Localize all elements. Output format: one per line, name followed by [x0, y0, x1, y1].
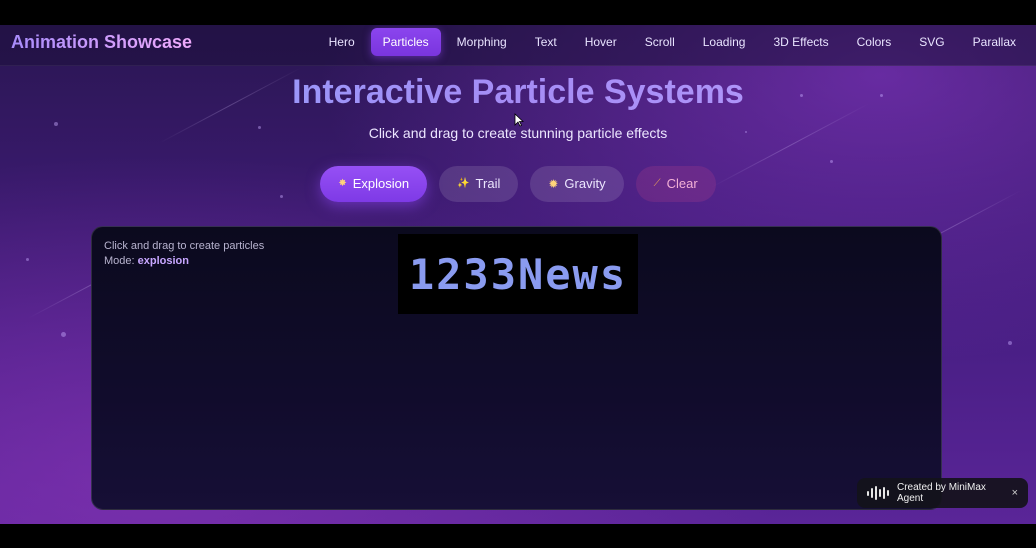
top-navbar: Animation Showcase Hero Particles Morphi…	[0, 25, 1036, 66]
star-icon: ✹	[548, 177, 559, 191]
gravity-mode-button[interactable]: ✹ Gravity	[530, 166, 624, 202]
gravity-mode-label: Gravity	[564, 176, 606, 191]
letterbox-top	[0, 0, 1036, 25]
waveform-icon	[867, 486, 889, 500]
nav-item-morphing[interactable]: Morphing	[445, 28, 519, 56]
clear-button[interactable]: ⟋ Clear	[635, 166, 716, 202]
canvas-hint: Click and drag to create particles	[104, 240, 265, 252]
broom-icon: ⟋	[653, 178, 661, 189]
sparkles-icon: ✨	[457, 178, 470, 189]
canvas-mode-indicator: Mode: explosion	[104, 255, 189, 267]
nav-item-svg[interactable]: SVG	[907, 28, 956, 56]
mode-selector: ✸ Explosion ✨ Trail ✹ Gravity ⟋ Clear	[0, 166, 1036, 202]
bg-particle	[830, 160, 833, 163]
explosion-icon: ✸	[338, 178, 347, 189]
letterbox-bottom	[0, 524, 1036, 548]
close-icon[interactable]: ×	[1012, 487, 1018, 499]
nav-item-colors[interactable]: Colors	[845, 28, 904, 56]
toast-text: Created by MiniMax Agent	[897, 482, 986, 504]
brand-logo[interactable]: Animation Showcase	[11, 32, 192, 53]
nav-item-hover[interactable]: Hover	[573, 28, 629, 56]
nav-item-loading[interactable]: Loading	[691, 28, 758, 56]
trail-mode-label: Trail	[475, 176, 501, 191]
bg-particle	[26, 258, 29, 261]
nav-item-parallax[interactable]: Parallax	[961, 28, 1028, 56]
clear-button-label: Clear	[666, 176, 698, 191]
nav-item-text[interactable]: Text	[523, 28, 569, 56]
particle-canvas[interactable]: Click and drag to create particles Mode:…	[91, 226, 942, 510]
nav-item-particles[interactable]: Particles	[370, 28, 441, 56]
section-title: Interactive Particle Systems	[0, 73, 1036, 112]
bg-particle	[61, 332, 66, 337]
nav-item-scroll[interactable]: Scroll	[633, 28, 687, 56]
created-by-toast: Created by MiniMax Agent ×	[857, 478, 1028, 508]
nav-item-hero[interactable]: Hero	[317, 28, 367, 56]
page-viewport: Animation Showcase Hero Particles Morphi…	[0, 25, 1036, 524]
canvas-mode-value: explosion	[137, 255, 189, 267]
bg-particle	[1008, 341, 1012, 345]
explosion-mode-label: Explosion	[352, 176, 410, 191]
section-subtitle: Click and drag to create stunning partic…	[368, 125, 668, 141]
nav-item-3d-effects[interactable]: 3D Effects	[761, 28, 840, 56]
canvas-mode-label: Mode:	[104, 255, 135, 267]
trail-mode-button[interactable]: ✨ Trail	[439, 166, 519, 202]
main-nav: Hero Particles Morphing Text Hover Scrol…	[317, 28, 1028, 56]
explosion-mode-button[interactable]: ✸ Explosion	[320, 166, 428, 202]
watermark-logo: 1233News	[398, 234, 638, 314]
